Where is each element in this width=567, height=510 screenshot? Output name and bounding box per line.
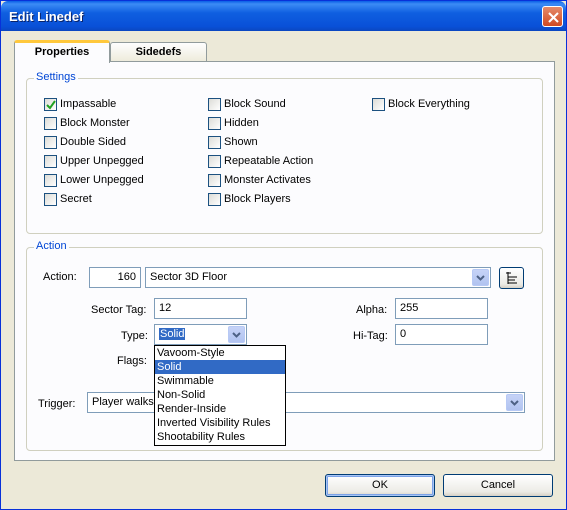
type-select-value: Solid [159, 328, 186, 340]
type-option-non-solid[interactable]: Non-Solid [155, 388, 285, 402]
action-select[interactable]: Sector 3D Floor [145, 267, 491, 288]
type-option-render-inside[interactable]: Render-Inside [155, 402, 285, 416]
trigger-select[interactable]: Player walks [87, 392, 525, 413]
sector-tag-label: Sector Tag: [91, 304, 147, 316]
alpha-label: Alpha: [356, 304, 388, 316]
alpha-input[interactable]: 255 [395, 298, 488, 319]
type-option-inverted-visibility-rules[interactable]: Inverted Visibility Rules [155, 416, 285, 430]
type-label: Type: [121, 330, 148, 342]
close-button[interactable] [542, 6, 563, 27]
type-select[interactable]: Solid [154, 324, 247, 345]
tab-properties[interactable]: Properties [14, 40, 110, 63]
flags-label: Flags: [117, 355, 147, 367]
cancel-button[interactable]: Cancel [443, 474, 553, 497]
hitag-input[interactable]: 0 [395, 324, 488, 345]
close-icon [548, 12, 559, 23]
settings-group-title: Settings [34, 71, 78, 83]
action-number-input[interactable]: 160 [89, 267, 141, 288]
trigger-select-value: Player walks [92, 396, 154, 408]
tab-sidedefs[interactable]: Sidedefs [110, 42, 207, 63]
type-option-vavoom-style[interactable]: Vavoom-Style [155, 346, 285, 360]
type-dropdown-list: Vavoom-Style Solid Swimmable Non-Solid R… [154, 345, 286, 446]
trigger-label: Trigger: [38, 398, 76, 410]
chevron-down-icon [232, 332, 241, 338]
type-option-shootability-rules[interactable]: Shootability Rules [155, 430, 285, 444]
type-dropdown-button[interactable] [228, 326, 245, 343]
type-option-swimmable[interactable]: Swimmable [155, 374, 285, 388]
window-title: Edit Linedef [9, 9, 84, 24]
edit-linedef-dialog: Edit Linedef Properties Sidedefs Setting… [0, 0, 567, 510]
action-group-title: Action [34, 240, 69, 252]
type-option-solid[interactable]: Solid [155, 360, 285, 374]
tree-list-icon [506, 272, 517, 284]
hitag-label: Hi-Tag: [353, 330, 388, 342]
sector-tag-input[interactable]: 12 [154, 298, 247, 319]
checkmark-icon [46, 100, 56, 110]
trigger-dropdown-button[interactable] [506, 394, 523, 411]
action-browser-button[interactable] [499, 267, 524, 289]
action-dropdown-button[interactable] [472, 269, 489, 286]
chevron-down-icon [476, 275, 485, 281]
action-select-value: Sector 3D Floor [150, 271, 228, 283]
chevron-down-icon [510, 400, 519, 406]
action-label: Action: [43, 271, 77, 283]
title-bar: Edit Linedef [1, 1, 566, 31]
ok-button[interactable]: OK [325, 474, 435, 497]
